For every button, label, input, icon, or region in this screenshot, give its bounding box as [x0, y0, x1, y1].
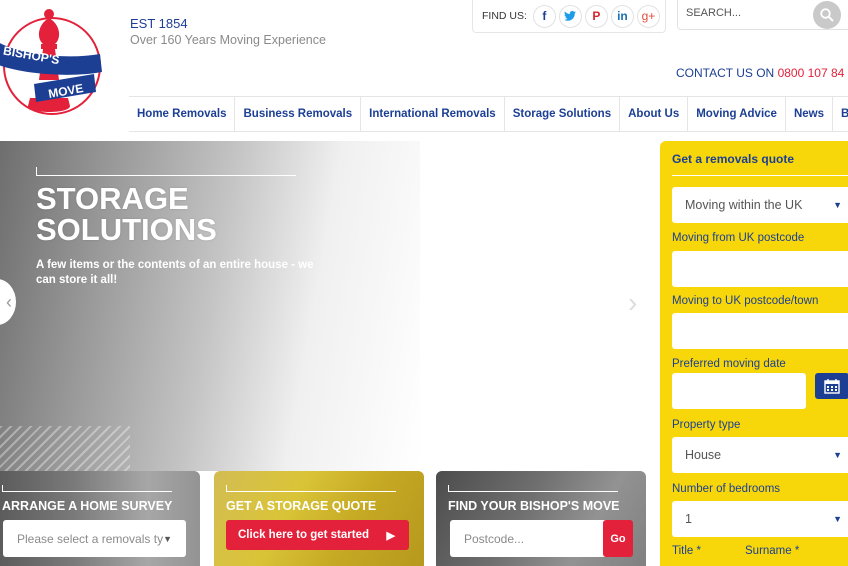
bedrooms-select[interactable]: 1 ▼: [672, 501, 848, 537]
contact-label: CONTACT US ON: [676, 66, 775, 80]
to-postcode-label: Moving to UK postcode/town: [672, 295, 819, 307]
property-type-label: Property type: [672, 419, 741, 431]
calendar-button[interactable]: [815, 373, 848, 399]
chevron-down-icon: ▼: [833, 200, 842, 210]
facebook-icon[interactable]: f: [532, 4, 556, 28]
property-type-value: House: [685, 448, 722, 462]
chevron-down-icon: ▼: [833, 450, 842, 460]
from-postcode-label: Moving from UK postcode: [672, 232, 805, 244]
nav-business-removals[interactable]: Business Removals: [235, 97, 362, 131]
to-postcode-input[interactable]: [672, 313, 848, 349]
find-us-label: FIND US:: [482, 10, 527, 22]
moving-date-input[interactable]: [672, 373, 806, 409]
nav-blog[interactable]: Blog: [833, 97, 848, 131]
removals-quote-form: Get a removals quote Moving within the U…: [660, 141, 848, 566]
nav-news[interactable]: News: [786, 97, 833, 131]
get-started-label: Click here to get started: [238, 529, 370, 541]
social-links: FIND US: f P in g+: [472, 0, 666, 33]
nav-international-removals[interactable]: International Removals: [361, 97, 505, 131]
google-plus-icon[interactable]: g+: [636, 4, 660, 28]
play-arrow-icon: ▶: [386, 529, 395, 542]
nav-moving-advice[interactable]: Moving Advice: [688, 97, 786, 131]
removals-type-select[interactable]: Please select a removals ty ▼: [3, 520, 186, 557]
page: BISHOP'S MOVE EST 1854 Over 160 Years Mo…: [0, 0, 848, 566]
postcode-input[interactable]: Postcode...: [450, 520, 608, 557]
linkedin-icon[interactable]: in: [610, 4, 634, 28]
twitter-icon[interactable]: [558, 4, 582, 28]
chevron-down-icon: ▼: [833, 514, 842, 524]
home-survey-card: ARRANGE A HOME SURVEY Please select a re…: [0, 471, 200, 566]
home-survey-title: ARRANGE A HOME SURVEY: [2, 499, 173, 513]
move-type-select[interactable]: Moving within the UK ▼: [672, 187, 848, 223]
established-year: EST 1854: [130, 16, 188, 31]
pinterest-icon[interactable]: P: [584, 4, 608, 28]
get-started-button[interactable]: Click here to get started ▶: [226, 520, 409, 550]
slider-next-button[interactable]: ›: [628, 287, 637, 319]
chevron-down-icon: ▼: [163, 533, 172, 544]
phone-number[interactable]: 0800 107 84: [778, 66, 845, 80]
surname-label: Surname *: [745, 545, 800, 557]
from-postcode-input[interactable]: [672, 251, 848, 287]
search-input[interactable]: SEARCH...: [686, 7, 741, 19]
hero-hatch-pattern: [0, 426, 130, 471]
main-nav: Home Removals Business Removals Internat…: [129, 96, 848, 132]
postcode-placeholder: Postcode...: [464, 531, 525, 546]
storage-quote-title: GET A STORAGE QUOTE: [226, 499, 377, 513]
bishops-move-logo[interactable]: BISHOP'S MOVE: [0, 2, 108, 124]
search-icon: [820, 8, 834, 22]
move-type-value: Moving within the UK: [685, 198, 803, 212]
tagline: Over 160 Years Moving Experience: [130, 33, 326, 47]
find-branch-title: FIND YOUR BISHOP'S MOVE: [448, 499, 620, 513]
removals-type-placeholder: Please select a removals ty: [17, 531, 164, 546]
search-box: SEARCH...: [677, 0, 848, 30]
property-type-select[interactable]: House ▼: [672, 437, 848, 473]
bedrooms-value: 1: [685, 512, 692, 526]
nav-storage-solutions[interactable]: Storage Solutions: [505, 97, 621, 131]
calendar-icon: [824, 378, 840, 394]
go-button[interactable]: Go: [603, 520, 633, 557]
search-button[interactable]: [813, 1, 841, 29]
moving-date-label: Preferred moving date: [672, 358, 786, 370]
nav-about-us[interactable]: About Us: [620, 97, 689, 131]
find-branch-card: FIND YOUR BISHOP'S MOVE Postcode... Go: [436, 471, 646, 566]
title-label: Title *: [672, 545, 701, 557]
hero-subtitle: A few items or the contents of an entire…: [36, 259, 314, 286]
chevron-left-icon: ‹: [6, 291, 12, 312]
bedrooms-label: Number of bedrooms: [672, 483, 781, 495]
hero-title: STORAGE SOLUTIONS: [36, 181, 217, 247]
nav-home-removals[interactable]: Home Removals: [129, 97, 236, 131]
hero-rule: [36, 175, 296, 176]
contact-phone[interactable]: CONTACT US ON 0800 107 84: [676, 66, 844, 80]
storage-quote-card: GET A STORAGE QUOTE Click here to get st…: [214, 471, 424, 566]
quote-title: Get a removals quote: [672, 152, 795, 166]
chevron-right-icon: ›: [628, 287, 638, 318]
